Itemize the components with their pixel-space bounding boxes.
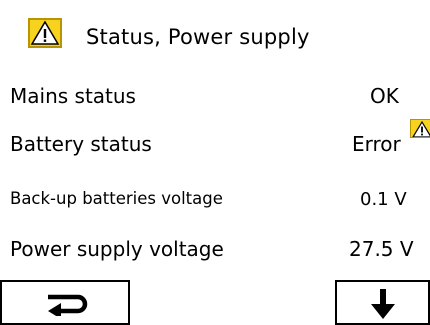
battery-status-label: Battery status — [10, 132, 152, 156]
backup-batteries-voltage-label: Back-up batteries voltage — [10, 189, 223, 208]
down-arrow-icon — [371, 289, 395, 319]
warning-icon — [28, 18, 62, 48]
power-supply-voltage-label: Power supply voltage — [10, 237, 224, 261]
page-title: Status, Power supply — [86, 25, 310, 49]
status-screen: Status, Power supply Mains status OK Bat… — [0, 0, 430, 325]
battery-status-value: Error — [352, 132, 401, 156]
return-arrow-icon — [48, 294, 88, 316]
battery-warning-icon — [410, 119, 430, 138]
backup-batteries-voltage-value: 0.1 V — [360, 189, 407, 210]
next-button[interactable] — [335, 280, 430, 325]
mains-status-label: Mains status — [10, 84, 136, 108]
mains-status-value: OK — [370, 84, 399, 108]
header: Status, Power supply — [0, 0, 430, 58]
back-button[interactable] — [0, 280, 130, 325]
power-supply-voltage-value: 27.5 V — [349, 237, 414, 261]
